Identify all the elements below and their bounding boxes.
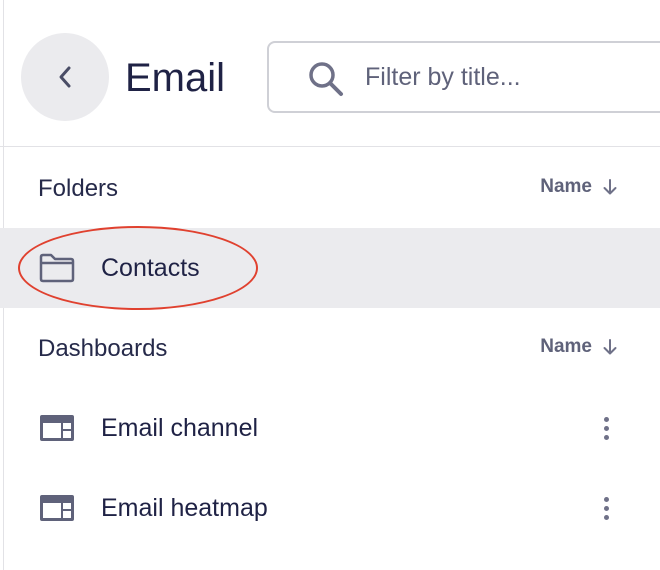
- dashboard-row-email-heatmap[interactable]: Email heatmap: [0, 468, 660, 548]
- dashboard-icon: [40, 415, 74, 441]
- folders-section-header: Folders Name: [0, 148, 660, 228]
- search-icon: [309, 62, 343, 96]
- sort-label: Name: [540, 336, 592, 357]
- more-vertical-icon[interactable]: [593, 408, 619, 448]
- dashboard-row-email-channel[interactable]: Email channel: [0, 388, 660, 468]
- folder-label: Contacts: [101, 254, 200, 282]
- search-input[interactable]: [365, 57, 660, 97]
- arrow-down-icon: [603, 179, 617, 195]
- header: Email: [0, 0, 660, 147]
- folders-sort-button[interactable]: Name: [540, 176, 618, 198]
- folder-row-contacts[interactable]: Contacts: [0, 228, 660, 308]
- dashboards-section-header: Dashboards Name: [0, 308, 660, 388]
- folders-section-title: Folders: [38, 175, 119, 202]
- search-box[interactable]: [267, 41, 660, 113]
- dashboard-label: Email heatmap: [101, 494, 268, 522]
- folder-icon: [39, 253, 75, 283]
- dashboards-sort-button[interactable]: Name: [540, 336, 618, 358]
- more-vertical-icon[interactable]: [593, 488, 619, 528]
- back-button[interactable]: [21, 33, 109, 121]
- dashboard-label: Email channel: [101, 414, 259, 442]
- arrow-down-icon: [603, 339, 617, 355]
- dashboards-section-title: Dashboards: [38, 335, 168, 362]
- page-title: Email: [125, 56, 226, 100]
- sort-label: Name: [540, 176, 592, 197]
- dashboard-icon: [40, 495, 74, 521]
- chevron-left-icon: [59, 66, 71, 88]
